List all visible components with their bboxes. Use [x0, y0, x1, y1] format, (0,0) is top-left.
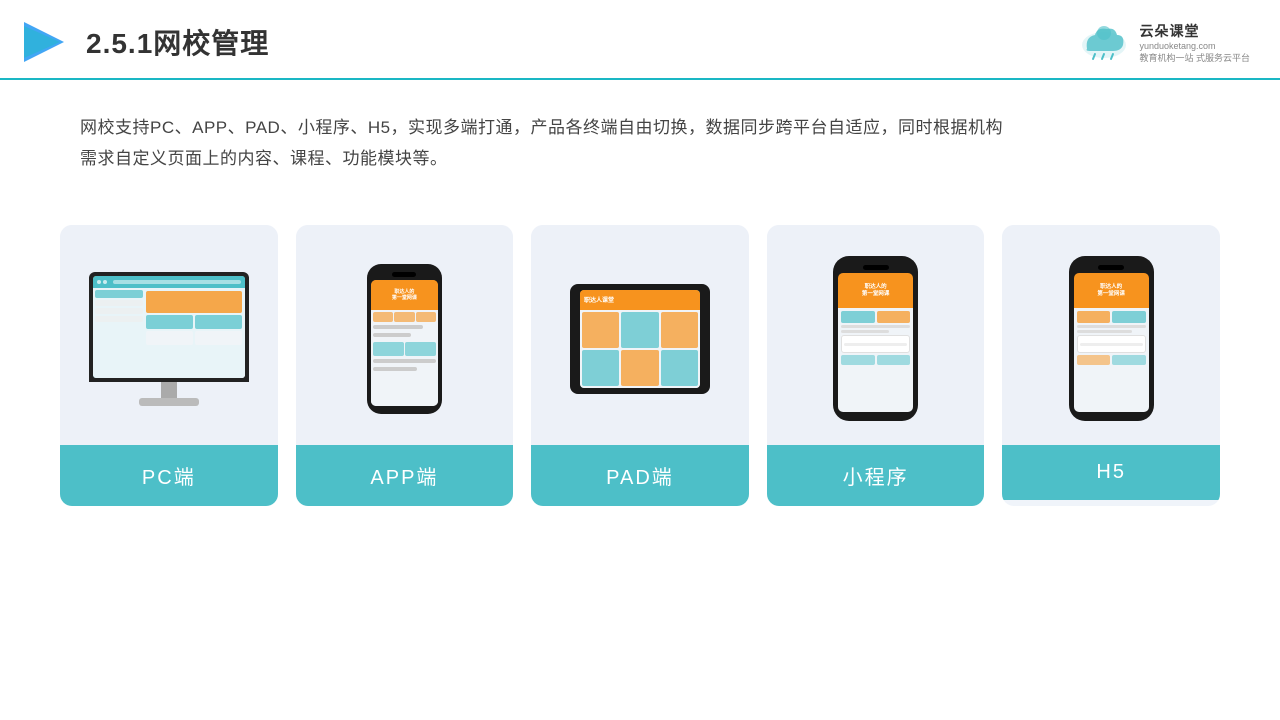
h5-phone-icon: 职达人的第一堂网课: [1069, 256, 1154, 421]
card-miniprogram-image: 职达人的第一堂网课: [767, 225, 985, 445]
card-pad-label: PAD端: [531, 445, 749, 506]
description: 网校支持PC、APP、PAD、小程序、H5，实现多端打通，产品各终端自由切换，数…: [0, 80, 1280, 195]
card-pc: PC端: [60, 225, 278, 506]
logo-arrow-icon: [20, 18, 68, 66]
brand-slogan: 教育机构一站 式服务云平台: [1139, 51, 1250, 64]
description-line2: 需求自定义页面上的内容、课程、功能模块等。: [80, 143, 1200, 174]
pc-monitor-icon: [89, 272, 249, 406]
header-brand: 云朵课堂 yunduoketang.com 教育机构一站 式服务云平台: [1077, 21, 1250, 64]
brand-cloud-icon: [1077, 23, 1131, 61]
card-pc-label: PC端: [60, 445, 278, 506]
card-app-label: APP端: [296, 445, 514, 506]
app-phone-icon: 职达人的第一堂网课: [367, 264, 442, 414]
description-line1: 网校支持PC、APP、PAD、小程序、H5，实现多端打通，产品各终端自由切换，数…: [80, 112, 1200, 143]
cards-container: PC端 职达人的第一堂网课: [0, 195, 1280, 536]
brand-name: 云朵课堂: [1139, 21, 1199, 41]
card-pad: 职达人课堂: [531, 225, 749, 506]
card-app: 职达人的第一堂网课: [296, 225, 514, 506]
card-miniprogram: 职达人的第一堂网课: [767, 225, 985, 506]
card-pad-image: 职达人课堂: [531, 225, 749, 445]
miniprogram-phone-icon: 职达人的第一堂网课: [833, 256, 918, 421]
card-app-image: 职达人的第一堂网课: [296, 225, 514, 445]
brand-text-container: 云朵课堂 yunduoketang.com 教育机构一站 式服务云平台: [1139, 21, 1250, 64]
card-miniprogram-label: 小程序: [767, 445, 985, 506]
pad-tablet-icon: 职达人课堂: [570, 284, 710, 394]
card-h5-label: H5: [1002, 445, 1220, 500]
header: 2.5.1网校管理 云朵课堂 yunduoketang.com 教育机构一站 式…: [0, 0, 1280, 80]
card-h5: 职达人的第一堂网课: [1002, 225, 1220, 506]
page-title: 2.5.1网校管理: [86, 22, 269, 62]
header-left: 2.5.1网校管理: [20, 18, 269, 66]
brand-url: yunduoketang.com: [1139, 41, 1215, 51]
card-h5-image: 职达人的第一堂网课: [1002, 225, 1220, 445]
card-pc-image: [60, 225, 278, 445]
